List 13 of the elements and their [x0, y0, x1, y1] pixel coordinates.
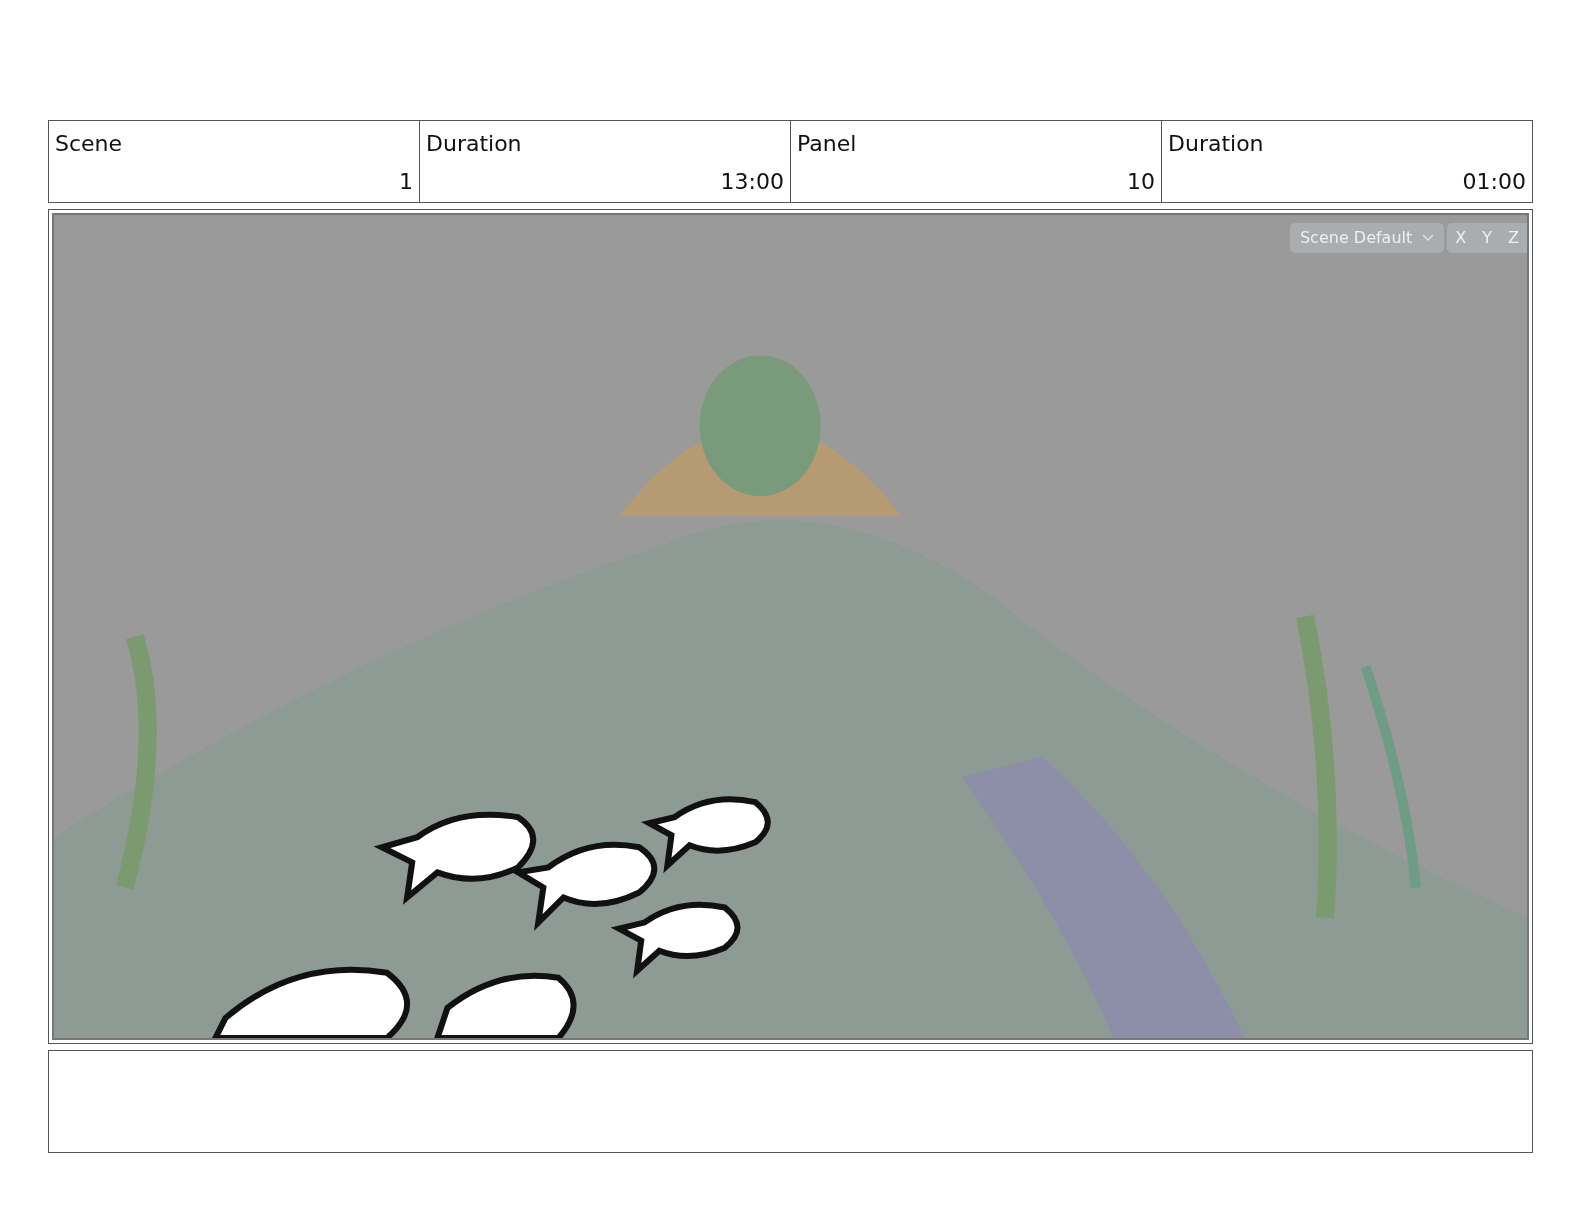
field-label: Duration	[426, 130, 522, 158]
field-label: Duration	[1168, 130, 1264, 158]
view-dropdown[interactable]: Scene Default	[1289, 223, 1445, 253]
chevron-down-icon	[1422, 234, 1435, 242]
field-label: Scene	[55, 130, 123, 158]
field-value: 01:00	[1462, 168, 1526, 196]
field-value: 1	[399, 168, 413, 196]
axis-button[interactable]: X	[1447, 223, 1475, 253]
field-label: Panel	[797, 130, 857, 158]
axis-button[interactable]: Z	[1500, 223, 1527, 253]
field-value: 10	[1127, 168, 1155, 196]
axis-button[interactable]: Y	[1474, 223, 1501, 253]
field-value: 13:00	[720, 168, 784, 196]
